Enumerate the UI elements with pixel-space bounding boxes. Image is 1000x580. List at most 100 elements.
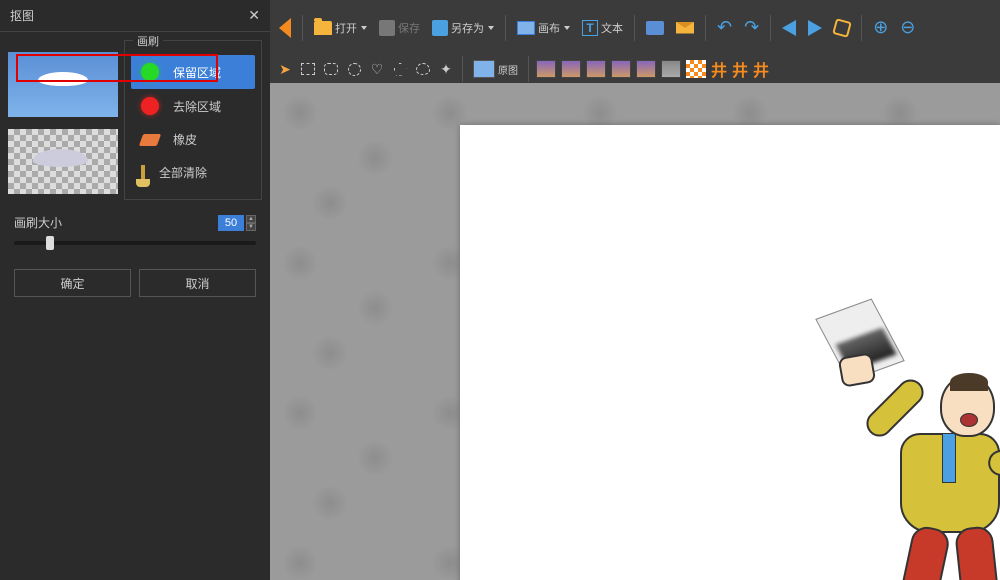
brush-size-slider[interactable]: [14, 241, 256, 245]
original-button[interactable]: 原图: [470, 58, 521, 80]
thumb-cutout[interactable]: [8, 129, 118, 194]
thumb-original[interactable]: [8, 52, 118, 117]
brush-clear-label: 全部清除: [159, 164, 207, 181]
brush-size-section: 画刷大小 ▲ ▼: [0, 214, 270, 245]
back-button[interactable]: [276, 16, 294, 40]
brush-keep[interactable]: 保留区域: [131, 55, 255, 89]
save-button[interactable]: 保存: [376, 18, 423, 38]
round-rect-select-tool[interactable]: [322, 60, 340, 78]
brush-eraser-label: 橡皮: [173, 131, 197, 148]
canvas-icon: [517, 21, 535, 35]
rect-icon: [301, 63, 315, 75]
effect-thumb-6[interactable]: [661, 60, 681, 78]
spinner-up[interactable]: ▲: [246, 215, 256, 223]
brush-eraser[interactable]: 橡皮: [131, 123, 255, 156]
panel-title: 抠图: [10, 7, 34, 24]
separator: [462, 56, 463, 82]
original-label: 原图: [498, 62, 518, 77]
brush-remove[interactable]: 去除区域: [131, 89, 255, 123]
heart-select-tool[interactable]: ♡: [368, 60, 386, 78]
transparency-button[interactable]: [686, 60, 706, 78]
zoom-in-icon: ⊕: [873, 17, 888, 38]
lasso-icon: [416, 63, 430, 75]
effect-thumb-2[interactable]: [561, 60, 581, 78]
polygon-icon: [394, 63, 407, 76]
panel-body: 画刷 保留区域 去除区域 橡皮 全部清除: [0, 32, 270, 208]
slider-thumb[interactable]: [46, 236, 54, 250]
panel-header: 抠图 ✕: [0, 0, 270, 32]
chevron-down-icon: [564, 26, 570, 30]
spinner-down[interactable]: ▼: [246, 223, 256, 231]
flip-h-button[interactable]: [779, 18, 799, 38]
open-button[interactable]: 打开: [311, 18, 370, 38]
rotate-icon: [832, 18, 852, 38]
selection-toolbar: ➤ ♡ ✦ 原图 井 井 井: [270, 55, 1000, 83]
redo-icon: ↷: [744, 17, 759, 38]
magic-wand-tool[interactable]: ✦: [437, 60, 455, 78]
polygon-select-tool[interactable]: [391, 60, 409, 78]
separator: [302, 15, 303, 41]
mail-icon: [676, 22, 694, 34]
effect-thumb-3[interactable]: [586, 60, 606, 78]
save-as-button[interactable]: 另存为: [429, 18, 497, 38]
undo-button[interactable]: ↶: [714, 15, 735, 40]
zoom-out-button[interactable]: ⊖: [897, 15, 918, 40]
separator: [528, 56, 529, 82]
main-toolbar: 打开 保存 另存为 画布 T 文本 ↶ ↷: [270, 0, 1000, 55]
close-icon[interactable]: ✕: [248, 7, 260, 24]
chevron-down-icon: [488, 26, 494, 30]
redo-button[interactable]: ↷: [741, 15, 762, 40]
dialog-buttons: 确定 取消: [0, 269, 270, 297]
flip-horizontal-icon: [782, 20, 796, 36]
brush-clear[interactable]: 全部清除: [131, 156, 255, 189]
print-icon: [646, 21, 664, 35]
brush-size-spinner: ▲ ▼: [246, 215, 256, 231]
brush-size-input[interactable]: [218, 215, 244, 231]
rotate-button[interactable]: [831, 18, 853, 38]
round-rect-icon: [324, 63, 338, 75]
brush-keep-label: 保留区域: [173, 64, 221, 81]
effect-thumb-1[interactable]: [536, 60, 556, 78]
print-button[interactable]: [643, 19, 667, 37]
undo-icon: ↶: [717, 17, 732, 38]
flip-vertical-icon: [808, 20, 822, 36]
brush-size-box: ▲ ▼: [218, 215, 256, 231]
canvas-button[interactable]: 画布: [514, 18, 573, 38]
brush-legend: 画刷: [133, 33, 163, 49]
lasso-tool[interactable]: [414, 60, 432, 78]
grid-button-3[interactable]: 井: [753, 57, 769, 81]
artboard[interactable]: [460, 125, 1000, 580]
ellipse-select-tool[interactable]: [345, 60, 363, 78]
grid-button-1[interactable]: 井: [711, 57, 727, 81]
original-thumb-icon: [473, 60, 495, 78]
green-dot-icon: [141, 63, 159, 81]
save-label: 保存: [398, 20, 420, 36]
flip-v-button[interactable]: [805, 18, 825, 38]
separator: [634, 15, 635, 41]
heart-icon: ♡: [371, 61, 384, 78]
brush-remove-label: 去除区域: [173, 98, 221, 115]
brush-group: 画刷 保留区域 去除区域 橡皮 全部清除: [124, 40, 262, 200]
ellipse-icon: [348, 63, 361, 76]
text-button[interactable]: T 文本: [579, 18, 626, 38]
canvas-label: 画布: [538, 20, 560, 36]
disk-icon: [379, 20, 395, 36]
cutout-panel: 抠图 ✕ 画刷 保留区域 去除区域 橡皮 全部清除: [0, 0, 270, 580]
disk-icon: [432, 20, 448, 36]
eraser-icon: [139, 134, 161, 146]
text-label: 文本: [601, 20, 623, 36]
effect-thumb-4[interactable]: [611, 60, 631, 78]
chevron-down-icon: [361, 26, 367, 30]
canvas-area[interactable]: [270, 83, 1000, 580]
ok-button[interactable]: 确定: [14, 269, 131, 297]
pointer-tool[interactable]: ➤: [276, 60, 294, 78]
rect-select-tool[interactable]: [299, 60, 317, 78]
effect-thumb-5[interactable]: [636, 60, 656, 78]
grid-button-2[interactable]: 井: [732, 57, 748, 81]
text-icon: T: [582, 20, 598, 36]
broom-icon: [141, 165, 145, 181]
zoom-in-button[interactable]: ⊕: [870, 15, 891, 40]
mail-button[interactable]: [673, 20, 697, 36]
separator: [505, 15, 506, 41]
cancel-button[interactable]: 取消: [139, 269, 256, 297]
